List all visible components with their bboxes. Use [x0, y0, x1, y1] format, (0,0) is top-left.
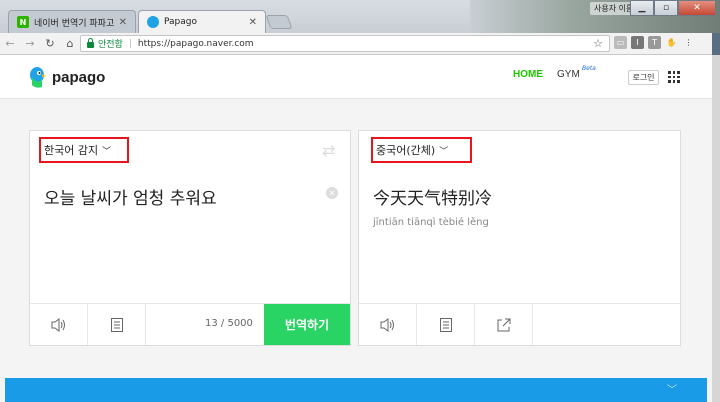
site-header: papago HOME GYM Beta 로그인: [0, 55, 712, 99]
papago-logo[interactable]: papago: [28, 65, 105, 89]
url-text: https://papago.naver.com: [137, 38, 254, 49]
papago-page: papago HOME GYM Beta 로그인 한국어 감지 ﹀ ⇄ 오늘 날…: [0, 55, 712, 402]
copy-button[interactable]: [417, 304, 475, 345]
login-button[interactable]: 로그인: [628, 70, 659, 85]
maximize-button[interactable]: ▫: [654, 0, 678, 16]
lock-icon: [87, 38, 94, 48]
chevron-down-icon: ﹀: [102, 146, 112, 157]
speaker-icon: [380, 317, 394, 332]
chevron-down-icon: ﹀: [439, 146, 449, 157]
apps-grid-icon[interactable]: [668, 71, 680, 83]
target-panel: 중국어(간체) ﹀ 今天天气特别冷 jīntiān tiānqì tèbié l…: [358, 130, 681, 346]
back-icon[interactable]: ←: [0, 37, 20, 50]
nav-gym-link[interactable]: GYM: [557, 69, 580, 80]
share-icon: [497, 318, 510, 331]
pinyin-text: jīntiān tiānqì tèbié lěng: [373, 217, 489, 228]
title-bar: N 네이버 번역기 파파고 : ✕ Papago ✕ 사용자 이름 1 ▁ ▫ …: [0, 0, 720, 33]
speaker-icon: [51, 317, 65, 332]
close-tab-icon[interactable]: ✕: [119, 17, 127, 28]
translated-text: 今天天气特别冷: [373, 189, 492, 209]
menu-icon[interactable]: ⋮: [682, 36, 695, 49]
source-panel: 한국어 감지 ﹀ ⇄ 오늘 날씨가 엄청 추워요 ✕ 13 / 5000 번역하…: [29, 130, 351, 346]
source-text-input[interactable]: 오늘 날씨가 엄청 추워요: [44, 184, 217, 209]
minimize-button[interactable]: ▁: [630, 0, 654, 16]
beta-badge: Beta: [582, 65, 596, 72]
listen-source-button[interactable]: [30, 304, 88, 345]
target-language-label: 중국어(간체): [376, 144, 436, 157]
papago-bird-icon: [30, 67, 46, 88]
page-scrollbar[interactable]: [712, 55, 720, 402]
new-tab-button[interactable]: [265, 15, 293, 29]
clear-text-icon[interactable]: ✕: [326, 187, 338, 199]
translate-button[interactable]: 번역하기: [264, 304, 350, 345]
swap-languages-icon[interactable]: ⇄: [322, 141, 335, 160]
bookmark-star-icon[interactable]: ☆: [593, 37, 603, 50]
extension-t-icon[interactable]: T: [648, 36, 661, 49]
source-toolbar: 13 / 5000 번역하기: [30, 303, 350, 345]
secure-label: 안전함: [98, 40, 123, 50]
extension-hand-icon[interactable]: ✋: [665, 36, 678, 49]
close-window-button[interactable]: ✕: [678, 0, 716, 16]
browser-toolbar: ← → ↻ ⌂ 안전함 | https://papago.naver.com ☆…: [0, 33, 712, 55]
info-banner: ﹀: [5, 378, 707, 402]
tab-naver-translate[interactable]: N 네이버 번역기 파파고 : ✕: [8, 10, 136, 33]
target-toolbar: [359, 303, 680, 345]
tab-title: 네이버 번역기 파파고 :: [34, 18, 115, 29]
document-icon: [439, 317, 452, 332]
naver-favicon-icon: N: [17, 16, 29, 28]
character-counter: 13 / 5000: [205, 318, 253, 329]
logo-text: papago: [52, 68, 106, 86]
chevron-down-icon[interactable]: ﹀: [667, 381, 677, 396]
tab-title: Papago: [164, 17, 197, 27]
papago-favicon-icon: [147, 16, 159, 28]
home-icon[interactable]: ⌂: [60, 37, 80, 50]
tab-papago[interactable]: Papago ✕: [138, 10, 266, 33]
nav-home-link[interactable]: HOME: [513, 69, 543, 80]
extension-i-icon[interactable]: I: [631, 36, 644, 49]
source-language-select[interactable]: 한국어 감지 ﹀: [39, 137, 129, 163]
reload-icon[interactable]: ↻: [40, 37, 60, 50]
cast-icon[interactable]: ▭: [614, 36, 627, 49]
window-controls: ▁ ▫ ✕: [630, 0, 716, 16]
share-button[interactable]: [475, 304, 533, 345]
listen-target-button[interactable]: [359, 304, 417, 345]
close-tab-icon[interactable]: ✕: [249, 17, 257, 28]
url-separator: |: [128, 38, 132, 49]
source-handwriting-button[interactable]: [88, 304, 146, 345]
document-icon: [110, 317, 123, 332]
target-language-select[interactable]: 중국어(간체) ﹀: [371, 137, 472, 163]
address-bar[interactable]: 안전함 | https://papago.naver.com ☆: [80, 35, 610, 52]
forward-icon[interactable]: →: [20, 37, 40, 50]
extension-icons: ▭ I T ✋ ⋮: [614, 36, 695, 49]
source-language-label: 한국어 감지: [44, 144, 99, 157]
